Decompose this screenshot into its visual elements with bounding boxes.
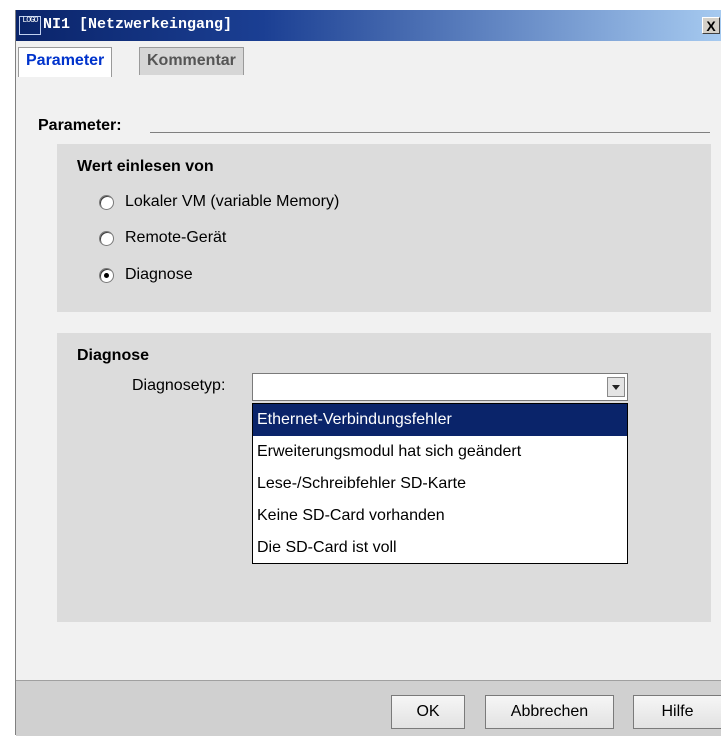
diagnosetyp-dropdown-list: Ethernet-Verbindungsfehler Erweiterungsm… xyxy=(252,403,628,564)
radio-label[interactable]: Diagnose xyxy=(125,265,193,285)
chevron-down-icon[interactable] xyxy=(607,377,625,397)
button-bar: OK Abbrechen Hilfe xyxy=(16,680,721,736)
read-value-panel: Wert einlesen von Lokaler VM (variable M… xyxy=(57,144,711,312)
tab-kommentar[interactable]: Kommentar xyxy=(139,47,244,75)
parameter-section-label: Parameter: xyxy=(38,117,122,134)
dropdown-item[interactable]: Erweiterungsmodul hat sich geändert xyxy=(253,436,627,468)
diagnosetyp-select[interactable] xyxy=(252,373,628,401)
dropdown-item[interactable]: Lese-/Schreibfehler SD-Karte xyxy=(253,468,627,500)
ok-button[interactable]: OK xyxy=(391,695,465,729)
help-button[interactable]: Hilfe xyxy=(633,695,721,729)
title-bar[interactable]: LOGO NI1 [Netzwerkeingang] X xyxy=(16,10,721,41)
radio-button-icon[interactable] xyxy=(99,268,114,283)
close-button[interactable]: X xyxy=(702,17,720,34)
tab-parameter[interactable]: Parameter xyxy=(18,47,113,77)
tab-content: Parameter: Wert einlesen von Lokaler VM … xyxy=(16,76,721,680)
radio-label[interactable]: Remote-Gerät xyxy=(125,228,226,248)
dialog-window: LOGO NI1 [Netzwerkeingang] X Parameter K… xyxy=(15,10,721,736)
logo-icon: LOGO xyxy=(19,16,41,35)
dropdown-item[interactable]: Ethernet-Verbindungsfehler xyxy=(253,404,627,436)
read-value-title: Wert einlesen von xyxy=(77,158,214,175)
cancel-button[interactable]: Abbrechen xyxy=(485,695,614,729)
dropdown-item[interactable]: Die SD-Card ist voll xyxy=(253,532,627,564)
diagnose-title: Diagnose xyxy=(77,347,150,364)
radio-button-icon[interactable] xyxy=(99,231,114,246)
window-title: NI1 [Netzwerkeingang] xyxy=(43,16,233,33)
tab-bar: Parameter Kommentar xyxy=(16,41,721,77)
radio-button-icon[interactable] xyxy=(99,195,114,210)
radio-selected-dot xyxy=(104,273,109,278)
diagnose-panel: Diagnose Diagnosetyp: Ethernet-Verbindun… xyxy=(57,333,711,622)
section-divider xyxy=(150,132,710,133)
radio-label[interactable]: Lokaler VM (variable Memory) xyxy=(125,192,339,212)
diagnosetyp-label: Diagnosetyp: xyxy=(132,377,226,394)
dropdown-item[interactable]: Keine SD-Card vorhanden xyxy=(253,500,627,532)
